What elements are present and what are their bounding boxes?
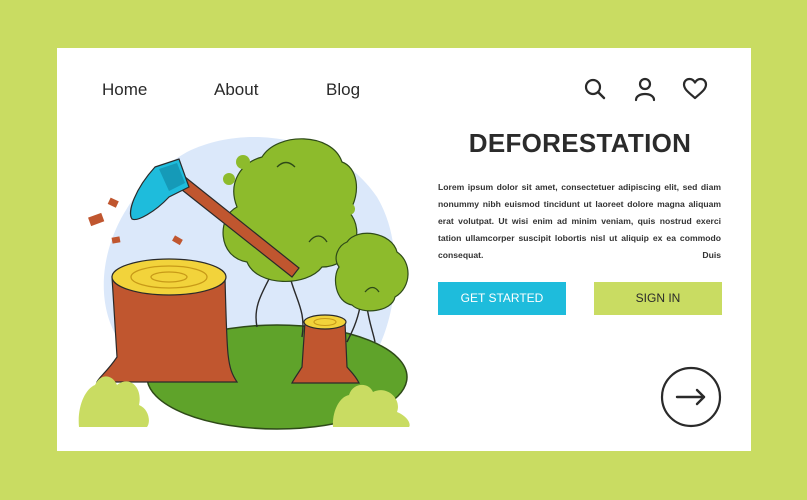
stump-top-small [303, 314, 347, 330]
nav-about[interactable]: About [214, 80, 258, 100]
deforestation-illustration [78, 137, 410, 430]
arrow-right-icon [660, 366, 722, 428]
get-started-button[interactable]: GET STARTED [438, 282, 566, 315]
next-arrow-button[interactable] [660, 366, 722, 428]
heart-icon[interactable] [682, 76, 708, 102]
stump-top-large [111, 258, 227, 296]
tree-canopy-small [334, 232, 409, 312]
bush-left [78, 376, 149, 427]
user-icon[interactable] [632, 76, 658, 102]
search-icon[interactable] [582, 76, 608, 102]
hero-paragraph: Lorem ipsum dolor sit amet, consectetuer… [438, 182, 721, 260]
page-title: DEFORESTATION [468, 128, 692, 158]
nav-blog[interactable]: Blog [326, 80, 360, 100]
nav-home[interactable]: Home [102, 80, 147, 100]
sign-in-button[interactable]: SIGN IN [594, 282, 722, 315]
